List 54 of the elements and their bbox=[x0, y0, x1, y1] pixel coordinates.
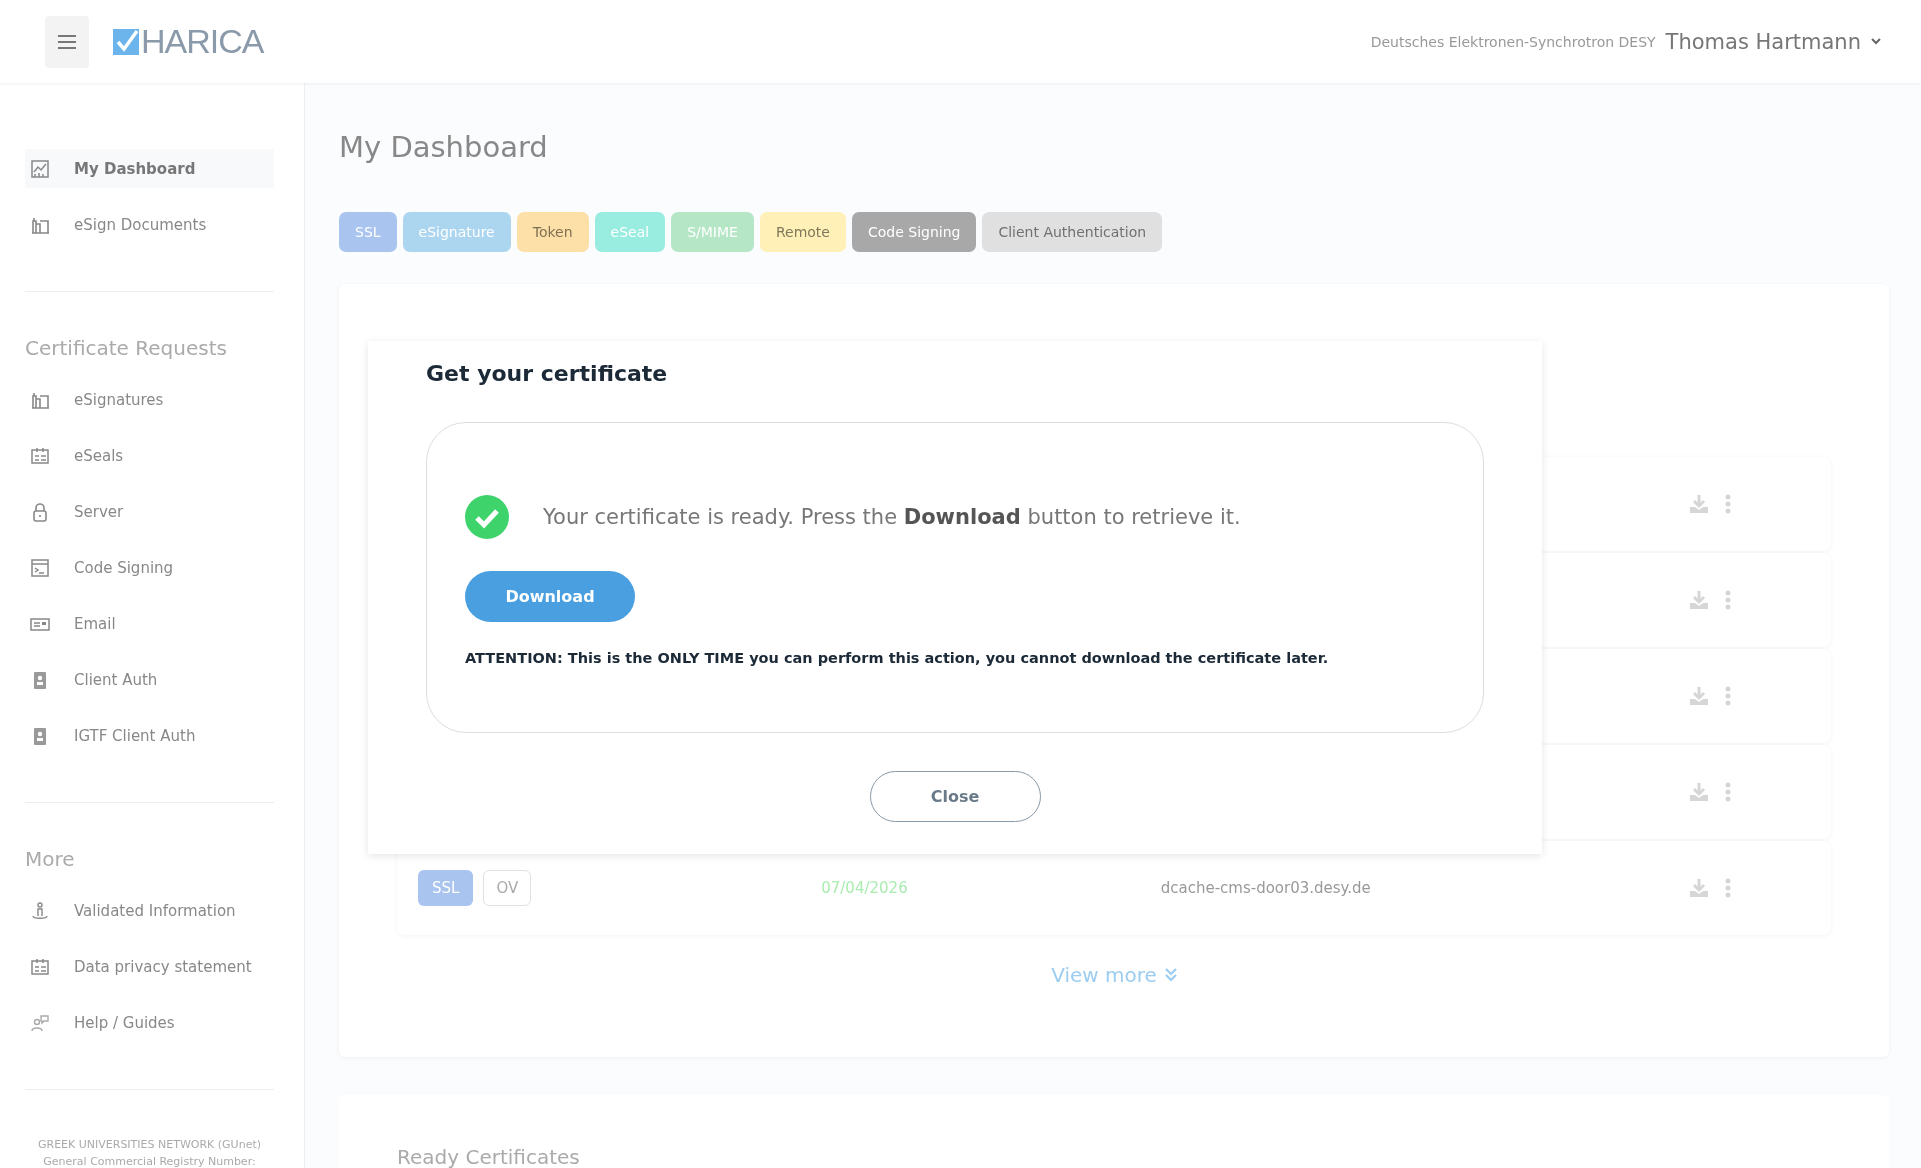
user-menu-button[interactable]: Thomas Hartmann bbox=[1665, 29, 1881, 54]
sidebar-item[interactable]: eSeals bbox=[25, 436, 274, 475]
double-chevron-down-icon bbox=[1164, 968, 1177, 982]
download-button[interactable]: Download bbox=[465, 571, 635, 622]
attention-text: ATTENTION: This is the ONLY TIME you can perform this action, you cannot download the certificate later. bbox=[465, 650, 1330, 666]
footer-text: General Commercial Registry Number: bbox=[42, 1155, 257, 1168]
sidebar-item[interactable]: Email bbox=[25, 604, 274, 643]
more-options-icon[interactable] bbox=[1725, 590, 1731, 610]
sidebar-item[interactable]: eSign Documents bbox=[25, 205, 274, 244]
download-icon[interactable] bbox=[1689, 494, 1709, 514]
menu-button[interactable] bbox=[45, 15, 89, 68]
download-icon[interactable] bbox=[1689, 590, 1709, 610]
filter-tag[interactable]: Remote bbox=[759, 212, 846, 252]
footer-text: GREEK UNIVERSITIES NETWORK (GUnet) bbox=[36, 1138, 262, 1151]
organization-name: Deutsches Elektronen-Synchrotron DESY bbox=[1370, 33, 1656, 50]
more-options-icon[interactable] bbox=[1725, 782, 1731, 802]
chevron-down-icon bbox=[1871, 38, 1881, 45]
person-icon bbox=[30, 900, 50, 921]
validation-tag: OV bbox=[483, 870, 532, 906]
sidebar-item[interactable]: Server bbox=[25, 492, 274, 531]
download-icon[interactable] bbox=[1689, 782, 1709, 802]
lock-icon bbox=[30, 501, 50, 522]
expiry-date: 07/04/2026 bbox=[821, 879, 908, 897]
more-options-icon[interactable] bbox=[1725, 878, 1731, 898]
success-check-icon bbox=[465, 495, 509, 539]
ready-message: Your certificate is ready. Press the Download button to retrieve it. bbox=[543, 505, 1241, 529]
sidebar-item[interactable]: Client Auth bbox=[25, 660, 274, 699]
sidebar-item[interactable]: Data privacy statement bbox=[25, 947, 274, 986]
type-tag: SSL bbox=[418, 870, 474, 906]
download-icon[interactable] bbox=[1689, 878, 1709, 898]
filter-tag[interactable]: Code Signing bbox=[851, 212, 977, 252]
domain-name: dcache-cms-door03.desy.de bbox=[1160, 879, 1371, 897]
dialog-title: Get your certificate bbox=[426, 361, 669, 386]
sidebar-item[interactable]: eSignatures bbox=[25, 380, 274, 419]
more-options-icon[interactable] bbox=[1725, 686, 1731, 706]
menu-icon bbox=[58, 34, 76, 49]
support-icon bbox=[30, 1012, 50, 1033]
chart-icon bbox=[30, 158, 50, 179]
filter-tag[interactable]: Client Authentication bbox=[982, 212, 1163, 252]
sidebar-item[interactable]: Code Signing bbox=[25, 548, 274, 587]
download-icon[interactable] bbox=[1689, 686, 1709, 706]
section-heading: More bbox=[25, 847, 76, 871]
sidebar-item[interactable]: My Dashboard bbox=[25, 149, 274, 188]
checkmark-logo-icon bbox=[113, 28, 139, 55]
section-title: Ready Certificates bbox=[397, 1145, 580, 1168]
sidebar-item[interactable]: Validated Information bbox=[25, 891, 274, 930]
section-heading: Certificate Requests bbox=[25, 336, 228, 360]
filter-tag[interactable]: Token bbox=[516, 212, 589, 252]
sidebar-item[interactable]: IGTF Client Auth bbox=[25, 716, 274, 755]
sidebar-item[interactable]: Help / Guides bbox=[25, 1003, 274, 1042]
page-title: My Dashboard bbox=[339, 130, 549, 164]
logo-text: HARICA bbox=[141, 22, 264, 61]
terminal-window-icon bbox=[30, 557, 50, 578]
more-options-icon[interactable] bbox=[1725, 494, 1731, 514]
